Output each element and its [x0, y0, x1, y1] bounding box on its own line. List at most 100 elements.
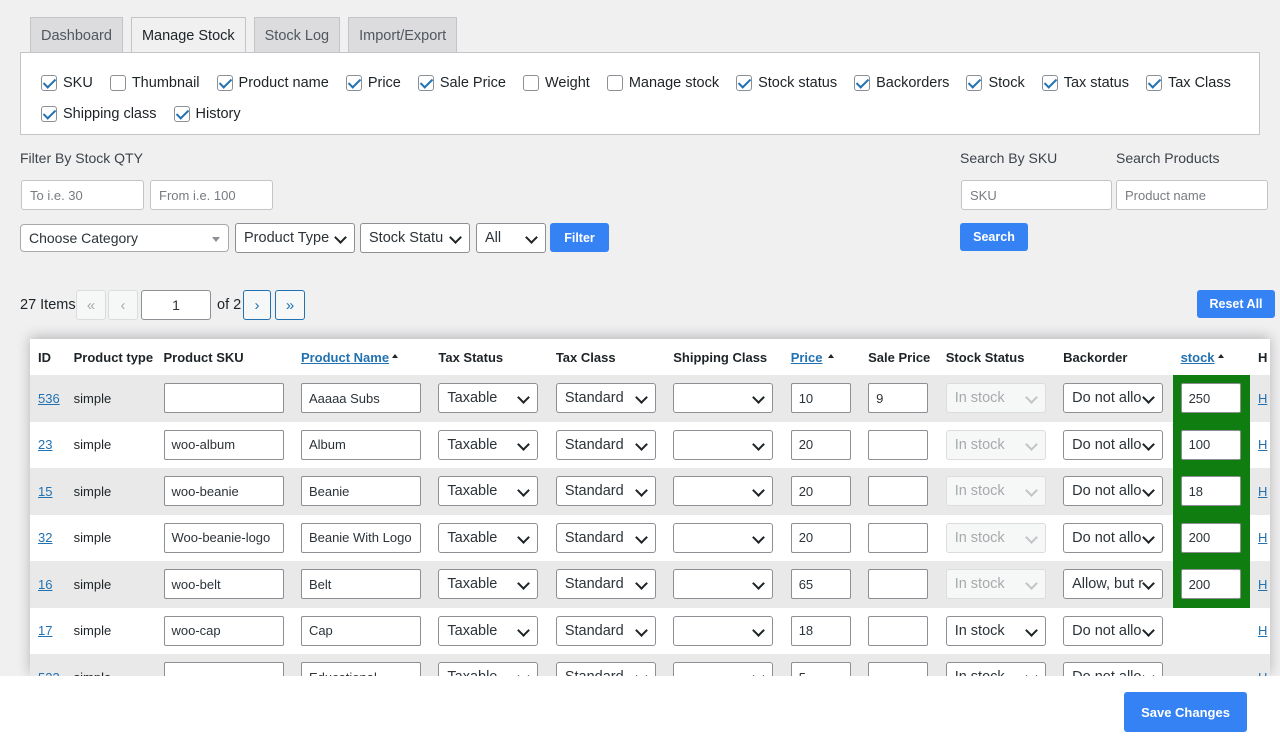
product-search-input[interactable] [1116, 180, 1268, 210]
product-name-input[interactable]: Beanie With Logo [300, 522, 421, 553]
column-toggle-sale-price[interactable]: Sale Price [417, 74, 506, 91]
tab-import-export[interactable]: Import/Export [348, 17, 458, 53]
sku-search-input[interactable] [961, 180, 1112, 210]
search-button[interactable]: Search [960, 223, 1028, 251]
sort-product-name-link[interactable]: Product Name [301, 350, 389, 365]
product-id-link[interactable]: 32 [38, 530, 52, 545]
price-input[interactable]: 20 [790, 522, 851, 553]
shipping-class-select[interactable] [673, 662, 774, 676]
stock-to-input[interactable] [21, 180, 144, 210]
next-page-button[interactable]: › [243, 290, 271, 320]
sku-input[interactable]: Woo-beanie-logo [163, 522, 284, 553]
price-input[interactable]: 10 [790, 383, 851, 414]
price-input[interactable]: 65 [790, 569, 851, 600]
header-product-name[interactable]: Product Name [293, 339, 430, 375]
sku-input[interactable]: woo-cap [163, 615, 284, 646]
tab-stock-log[interactable]: Stock Log [253, 17, 341, 53]
tax-class-select[interactable]: Standard [555, 662, 656, 676]
product-id-link[interactable]: 16 [38, 577, 52, 592]
sort-stock-link[interactable]: stock [1181, 350, 1215, 365]
product-name-input[interactable]: Cap [300, 615, 421, 646]
backorder-select[interactable]: Allow, but r [1063, 569, 1164, 600]
tax-status-select[interactable]: Taxable [438, 476, 539, 507]
price-input[interactable]: 20 [790, 476, 851, 507]
tax-status-select[interactable]: Taxable [438, 662, 539, 676]
history-link[interactable]: H [1258, 623, 1267, 638]
sale-price-input[interactable] [868, 662, 929, 676]
stock-input[interactable]: 18 [1180, 476, 1241, 507]
stock-status-select[interactable]: Stock Statu [360, 223, 470, 253]
stock-input[interactable]: 100 [1180, 429, 1241, 460]
shipping-class-select[interactable] [673, 383, 774, 414]
backorder-select[interactable]: Do not allo [1063, 429, 1164, 460]
column-toggle-stock[interactable]: Stock [966, 74, 1025, 91]
tax-status-select[interactable]: Taxable [438, 522, 539, 553]
column-toggle-thumbnail[interactable]: Thumbnail [109, 74, 200, 91]
price-input[interactable]: 18 [790, 615, 851, 646]
product-id-link[interactable]: 536 [38, 391, 60, 406]
tax-class-select[interactable]: Standard [555, 522, 656, 553]
stock-table-container[interactable]: ID Product type Product SKU Product Name… [30, 339, 1270, 676]
column-toggle-manage-stock[interactable]: Manage stock [606, 74, 719, 91]
price-input[interactable]: 20 [790, 429, 851, 460]
column-toggle-weight[interactable]: Weight [522, 74, 590, 91]
prev-page-button[interactable]: ‹ [108, 290, 138, 320]
column-toggle-tax-status[interactable]: Tax status [1041, 74, 1129, 91]
tax-status-select[interactable]: Taxable [438, 383, 539, 414]
checkbox[interactable] [736, 74, 753, 91]
column-toggle-product-name[interactable]: Product name [216, 74, 329, 91]
tab-dashboard[interactable]: Dashboard [30, 17, 123, 53]
checkbox[interactable] [417, 74, 434, 91]
price-input[interactable]: 5 [790, 662, 851, 676]
history-link[interactable]: H [1258, 530, 1267, 545]
sale-price-input[interactable] [868, 476, 929, 507]
history-link[interactable]: H [1258, 484, 1267, 499]
product-name-input[interactable]: Beanie [300, 476, 421, 507]
backorder-select[interactable]: Do not allo [1063, 476, 1164, 507]
column-toggle-stock-status[interactable]: Stock status [736, 74, 837, 91]
reset-all-button[interactable]: Reset All [1197, 290, 1275, 318]
shipping-class-select[interactable] [673, 569, 774, 600]
checkbox[interactable] [41, 105, 57, 122]
all-select[interactable]: All [476, 223, 546, 253]
checkbox[interactable] [216, 74, 233, 91]
product-id-link[interactable]: 23 [38, 437, 52, 452]
tax-status-select[interactable]: Taxable [438, 569, 539, 600]
sku-input[interactable] [163, 383, 284, 414]
shipping-class-select[interactable] [673, 615, 774, 646]
header-price[interactable]: Price [783, 339, 860, 375]
last-page-button[interactable]: » [275, 290, 305, 320]
backorder-select[interactable]: Do not allo [1063, 383, 1164, 414]
column-toggle-history[interactable]: History [173, 105, 241, 122]
checkbox[interactable] [41, 74, 57, 91]
stock-input[interactable]: 250 [1180, 383, 1241, 414]
checkbox[interactable] [854, 74, 871, 91]
stock-input[interactable]: 200 [1180, 522, 1241, 553]
header-stock[interactable]: stock [1173, 339, 1250, 375]
checkbox[interactable] [966, 74, 983, 91]
tax-class-select[interactable]: Standard [555, 569, 656, 600]
current-page-input[interactable] [141, 290, 211, 320]
sale-price-input[interactable] [868, 429, 929, 460]
sale-price-input[interactable]: 9 [868, 383, 929, 414]
tax-class-select[interactable]: Standard [555, 383, 656, 414]
product-name-input[interactable]: Educational [300, 662, 421, 676]
history-link[interactable]: H [1258, 437, 1267, 452]
sku-input[interactable] [163, 662, 284, 676]
backorder-select[interactable]: Do not allo [1063, 522, 1164, 553]
column-toggle-tax-class[interactable]: Tax Class [1145, 74, 1231, 91]
shipping-class-select[interactable] [673, 476, 774, 507]
sku-input[interactable]: woo-album [163, 429, 284, 460]
product-id-link[interactable]: 17 [38, 623, 52, 638]
first-page-button[interactable]: « [76, 290, 106, 320]
product-id-link[interactable]: 15 [38, 484, 52, 499]
sale-price-input[interactable] [868, 615, 929, 646]
filter-button[interactable]: Filter [550, 223, 609, 252]
shipping-class-select[interactable] [673, 522, 774, 553]
checkbox[interactable] [522, 74, 539, 91]
tax-class-select[interactable]: Standard [555, 615, 656, 646]
stock-status-select[interactable]: In stock [945, 615, 1046, 646]
product-name-input[interactable]: Aaaaa Subs [300, 383, 421, 414]
backorder-select[interactable]: Do not allo [1063, 615, 1164, 646]
backorder-select[interactable]: Do not allo [1063, 662, 1164, 676]
